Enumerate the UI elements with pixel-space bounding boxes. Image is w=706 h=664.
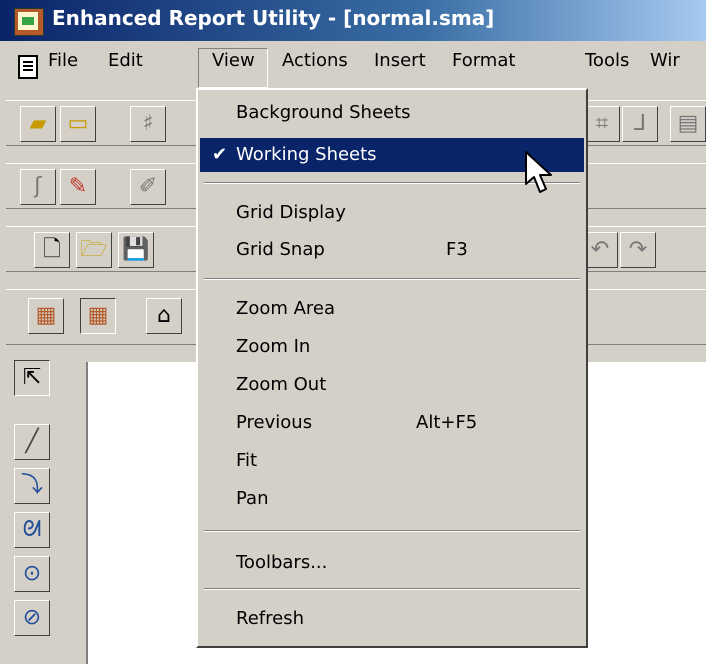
menu-item-label: Zoom In [236,336,311,357]
shortcut-label: F3 [446,239,468,260]
menu-item-toolbars[interactable]: Toolbars... [200,546,584,580]
menu-item-grid-snap[interactable]: Grid Snap F3 [200,233,584,267]
menu-edit[interactable]: Edit [108,50,143,71]
binoculars-icon[interactable]: ♯ [130,106,166,142]
menu-item-zoom-area[interactable]: Zoom Area [200,292,584,326]
mouse-pointer-icon [525,151,552,193]
checkmark-icon: ✔ [212,144,228,165]
menu-item-label: Background Sheets [236,102,411,123]
tool-icon[interactable]: ▤ [670,106,706,142]
menu-item-label: Toolbars... [236,552,328,573]
menu-separator [204,530,580,532]
menu-item-label: Zoom Out [236,374,327,395]
menu-item-label: Fit [236,450,258,471]
shortcut-label: Alt+F5 [416,412,478,433]
app-icon[interactable] [14,8,44,36]
arc-tool-icon[interactable]: ⤵ [14,468,50,504]
document-menu-icon[interactable] [18,55,38,79]
folder-icon[interactable]: ▭ [60,106,96,142]
open-file-icon[interactable]: 🗁 [76,232,112,268]
menu-item-background-sheets[interactable]: Background Sheets [200,96,584,130]
menu-insert[interactable]: Insert [374,50,426,71]
menu-format[interactable]: Format [452,50,515,71]
paint-icon[interactable]: ✎ [60,169,96,205]
select-arrow-icon[interactable]: ⇱ [14,360,50,396]
menu-item-label: Pan [236,488,269,509]
redo-icon[interactable]: ↷ [620,232,656,268]
step-icon[interactable]: ⅃ [622,106,658,142]
menu-item-pan[interactable]: Pan [200,482,584,516]
chart-tool-icon[interactable]: ⌗ [584,106,620,142]
sketch-icon[interactable]: ʃ [20,169,56,205]
menu-item-label: Previous [236,412,313,433]
polyline-tool-icon[interactable]: ᘛ [14,512,50,548]
menu-separator [204,278,580,280]
title-bar[interactable]: Enhanced Report Utility - [normal.sma] [0,0,706,41]
ellipse-tool-icon[interactable]: ⊘ [14,600,50,636]
pen-icon[interactable]: ✐ [130,169,166,205]
menu-item-previous[interactable]: Previous Alt+F5 [200,406,584,440]
menu-item-zoom-in[interactable]: Zoom In [200,330,584,364]
menu-separator [204,588,580,590]
eraser-icon[interactable]: ⌂ [146,298,182,334]
menu-view[interactable]: View [212,50,255,71]
menu-item-refresh[interactable]: Refresh [200,602,584,636]
menu-item-fit[interactable]: Fit [200,444,584,478]
menu-item-label: Grid Snap [236,239,325,260]
menu-item-label: Grid Display [236,202,346,223]
menu-item-zoom-out[interactable]: Zoom Out [200,368,584,402]
window-title: Enhanced Report Utility - [normal.sma] [52,6,495,30]
sheet-b-icon[interactable]: ▦ [80,298,116,334]
line-tool-icon[interactable]: ╱ [14,424,50,460]
menu-item-grid-display[interactable]: Grid Display [200,196,584,230]
circle-tool-icon[interactable]: ⊙ [14,556,50,592]
menu-actions[interactable]: Actions [282,50,348,71]
menu-tools[interactable]: Tools [585,50,629,71]
menu-window[interactable]: Wir [650,50,680,71]
menu-item-label: Working Sheets [236,144,377,165]
menu-item-label: Refresh [236,608,304,629]
sheet-a-icon[interactable]: ▦ [28,298,64,334]
open-folder-icon[interactable]: ▰ [20,106,56,142]
save-icon[interactable]: 💾 [118,232,154,268]
menu-item-label: Zoom Area [236,298,336,319]
tool-palette: ⇱ ╱ ⤵ ᘛ ⊙ ⊘ [6,352,52,664]
menu-file[interactable]: File [48,50,78,71]
new-file-icon[interactable]: 🗋 [34,232,70,268]
